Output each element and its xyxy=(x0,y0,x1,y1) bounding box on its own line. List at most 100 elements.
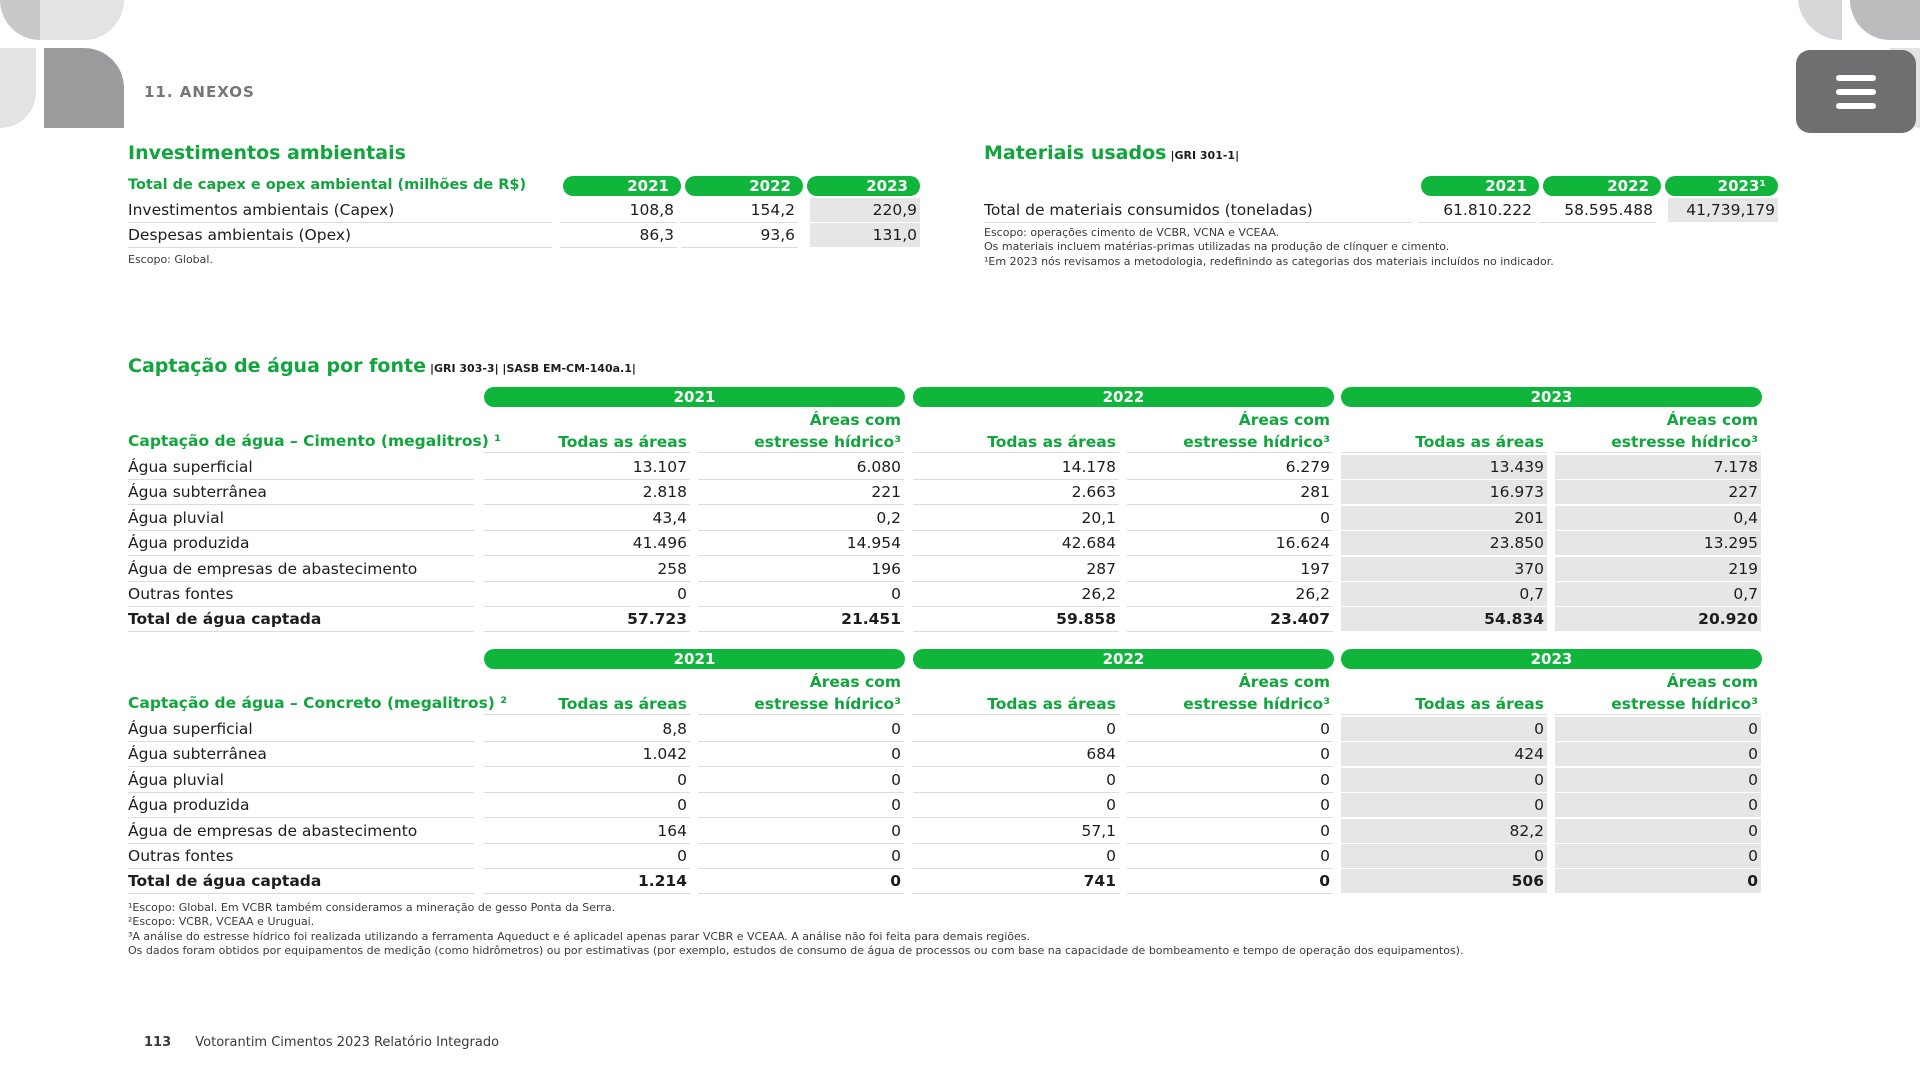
agua-col-stress-line1: Áreas com xyxy=(1666,411,1758,429)
agua-cimento-cell: 0 xyxy=(698,582,904,607)
agua-col-stress-line2: estresse hídrico³ xyxy=(754,695,901,713)
agua-cimento-row-label: Água de empresas de abastecimento xyxy=(128,557,474,582)
agua-col-stress-line1: Áreas com xyxy=(1238,411,1330,429)
top-left-decoration xyxy=(0,0,124,128)
invest-capex-2021: 108,8 xyxy=(560,198,677,223)
invest-row-head: Total de capex e opex ambiental (milhões… xyxy=(128,177,527,193)
agua-cimento-col-all-1: Todas as áreas xyxy=(913,409,1119,453)
menu-icon-bar xyxy=(1836,88,1876,95)
agua-col-stress-line2: estresse hídrico³ xyxy=(754,433,901,451)
agua-cimento-col-stress-0: Áreas com estresse hídrico³ xyxy=(698,409,904,453)
agua-col-stress-line1: Áreas com xyxy=(1238,673,1330,691)
agua-concreto-cell: 0 xyxy=(1127,742,1333,768)
agua-concreto-col-all-0: Todas as áreas xyxy=(484,671,690,715)
materiais-2021: 61.810.222 xyxy=(1418,198,1535,223)
agua-concreto-cell: 0 xyxy=(1555,844,1761,869)
agua-concreto-cell: 0 xyxy=(698,844,904,869)
agua-concreto-cell: 0 xyxy=(484,793,690,819)
agua-cimento-cell: 23.407 xyxy=(1127,607,1333,633)
agua-cimento-row-label: Água produzida xyxy=(128,531,474,557)
materiais-year-2022: 2022 xyxy=(1543,176,1661,196)
agua-col-stress-line2: estresse hídrico³ xyxy=(1183,695,1330,713)
agua-title-text: Captação de água por fonte xyxy=(128,355,426,377)
agua-cimento-cell: 57.723 xyxy=(484,607,690,633)
agua-concreto-cell: 0 xyxy=(698,819,904,844)
agua-cimento-cell: 0,2 xyxy=(698,506,904,531)
agua-cimento-cell: 219 xyxy=(1555,556,1761,582)
agua-cimento-cell: 0,4 xyxy=(1555,505,1761,531)
agua-cimento-cell: 16.624 xyxy=(1127,531,1333,557)
agua-cimento-cell: 41.496 xyxy=(484,531,690,557)
agua-cimento-cell: 0,7 xyxy=(1555,582,1761,607)
invest-year-2023: 2023 xyxy=(807,176,920,196)
agua-cimento-col-all-0: Todas as áreas xyxy=(484,409,690,453)
materiais-note-1: Escopo: operações cimento de VCBR, VCNA … xyxy=(984,226,1280,239)
agua-concreto-cell: 0 xyxy=(913,793,1119,819)
invest-title: Investimentos ambientais xyxy=(128,142,406,164)
agua-cimento-cell: 54.834 xyxy=(1341,607,1547,633)
footer-doc-title: Votorantim Cimentos 2023 Relatório Integ… xyxy=(195,1035,500,1050)
agua-concreto-col-all-2: Todas as áreas xyxy=(1341,671,1547,715)
agua-cimento-cell: 6.279 xyxy=(1127,455,1333,480)
agua-cimento-cell: 7.178 xyxy=(1555,455,1761,480)
agua-col-stress-line1: Áreas com xyxy=(809,673,901,691)
agua-concreto-cell: 0 xyxy=(1341,717,1547,742)
agua-cimento-year-0: 2021 xyxy=(484,387,905,407)
agua-concreto-cell: 0 xyxy=(1341,767,1547,793)
invest-opex-label: Despesas ambientais (Opex) xyxy=(128,223,552,248)
agua-cimento-cell: 26,2 xyxy=(913,582,1119,607)
materiais-title-text: Materiais usados xyxy=(984,142,1167,164)
agua-cimento-cell: 43,4 xyxy=(484,506,690,531)
agua-concreto-year-2: 2023 xyxy=(1341,649,1762,669)
agua-concreto-cell: 0 xyxy=(1127,844,1333,869)
invest-opex-2021: 86,3 xyxy=(560,223,677,248)
materiais-note-2: Os materiais incluem matérias-primas uti… xyxy=(984,240,1450,253)
agua-cimento-col-stress-2: Áreas com estresse hídrico³ xyxy=(1555,409,1761,453)
agua-concreto-row-label: Água produzida xyxy=(128,793,474,819)
agua-concreto-cell: 0 xyxy=(698,869,904,895)
agua-concreto-cell: 0 xyxy=(698,742,904,768)
agua-note-1: ¹Escopo: Global. Em VCBR também consider… xyxy=(128,901,616,914)
agua-concreto-cell: 684 xyxy=(913,742,1119,768)
agua-cimento-cell: 227 xyxy=(1555,480,1761,506)
menu-icon-bar xyxy=(1836,74,1876,81)
agua-cimento-cell: 20.920 xyxy=(1555,607,1761,633)
agua-concreto-cell: 0 xyxy=(1127,768,1333,793)
materiais-year-2023: 2023¹ xyxy=(1665,176,1778,196)
agua-cimento-cell: 14.954 xyxy=(698,531,904,557)
agua-concreto-cell: 0 xyxy=(1555,793,1761,819)
agua-col-all-label: Todas as áreas xyxy=(1415,433,1544,451)
agua-cimento-row-label: Água superficial xyxy=(128,455,474,480)
agua-concreto-cell: 0 xyxy=(913,717,1119,742)
agua-cimento-col-all-2: Todas as áreas xyxy=(1341,409,1547,453)
agua-cimento-cell: 13.295 xyxy=(1555,531,1761,557)
agua-concreto-row-label: Água subterrânea xyxy=(128,742,474,768)
agua-concreto-row-label: Água superficial xyxy=(128,717,474,742)
agua-col-stress-line2: estresse hídrico³ xyxy=(1611,695,1758,713)
menu-button[interactable] xyxy=(1796,50,1916,133)
menu-icon-bar xyxy=(1836,102,1876,109)
agua-concreto-cell: 0 xyxy=(1127,793,1333,819)
agua-concreto-cell: 506 xyxy=(1341,869,1547,895)
materiais-ref: |GRI 301-1| xyxy=(1170,149,1240,162)
invest-year-2022: 2022 xyxy=(685,176,803,196)
agua-concreto-cell: 0 xyxy=(698,717,904,742)
agua-concreto-col-all-1: Todas as áreas xyxy=(913,671,1119,715)
invest-opex-2023: 131,0 xyxy=(810,223,920,248)
invest-capex-2022: 154,2 xyxy=(681,198,798,223)
page-number: 113 xyxy=(144,1035,172,1050)
agua-cimento-cell: 23.850 xyxy=(1341,531,1547,557)
agua-cimento-cell: 258 xyxy=(484,557,690,582)
agua-col-stress-line1: Áreas com xyxy=(1666,673,1758,691)
agua-concreto-cell: 57,1 xyxy=(913,819,1119,844)
agua-cimento-cell: 13.107 xyxy=(484,455,690,480)
agua-cimento-cell: 370 xyxy=(1341,556,1547,582)
materiais-year-2021: 2021 xyxy=(1421,176,1539,196)
agua-cimento-cell: 16.973 xyxy=(1341,480,1547,506)
agua-concreto-row-label: Outras fontes xyxy=(128,844,474,869)
agua-concreto-cell: 0 xyxy=(1341,793,1547,819)
agua-concreto-cell: 1.042 xyxy=(484,742,690,768)
agua-col-stress-line2: estresse hídrico³ xyxy=(1611,433,1758,451)
agua-concreto-cell: 0 xyxy=(698,768,904,793)
agua-col-all-label: Todas as áreas xyxy=(987,433,1116,451)
